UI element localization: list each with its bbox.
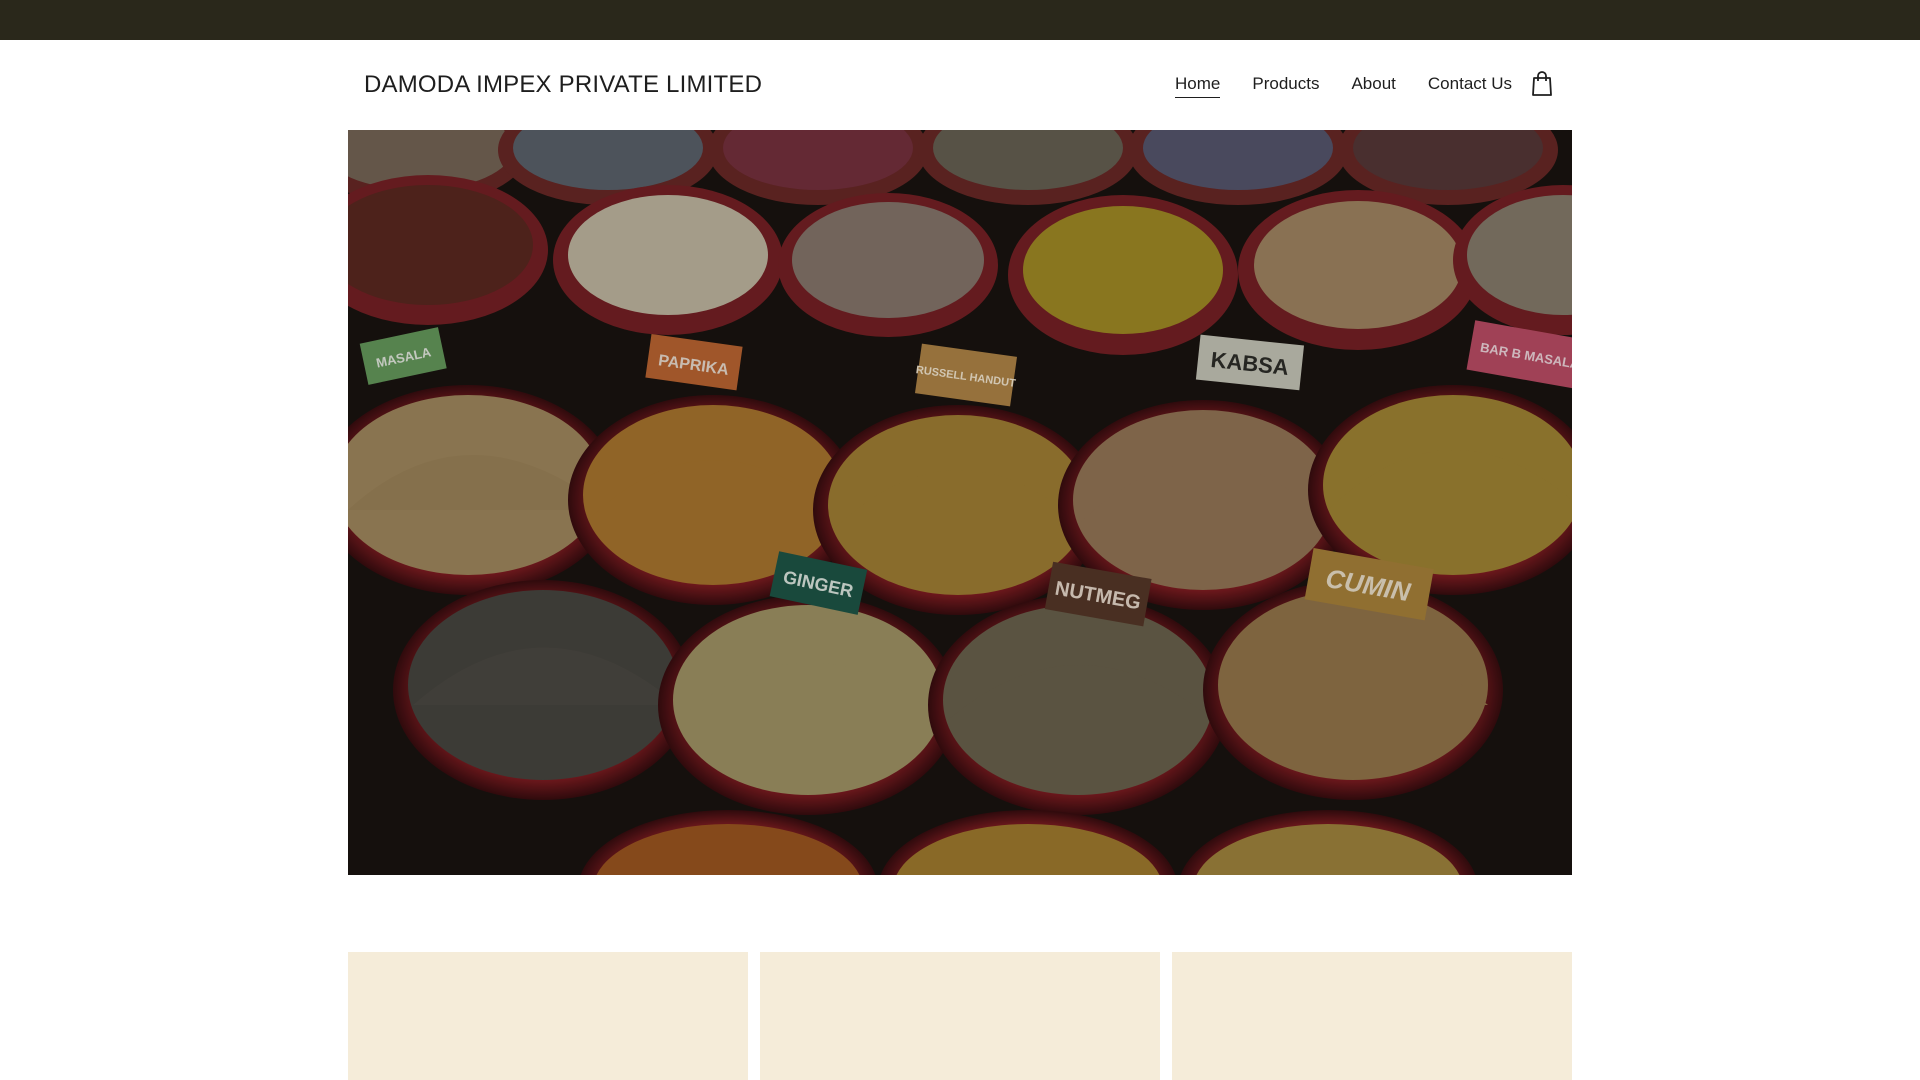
- main-nav: Home Products About Contact Us: [1175, 74, 1512, 98]
- brand-name[interactable]: DAMODA IMPEX PRIVATE LIMITED: [364, 71, 762, 99]
- shopping-bag-icon[interactable]: [1530, 70, 1554, 98]
- nav-about[interactable]: About: [1351, 74, 1395, 98]
- feature-card[interactable]: [348, 952, 748, 1080]
- hero-banner-image: MASALA PAPRIKA RUSSELL HANDUT KABSA BAR …: [348, 130, 1572, 875]
- featured-cards-row: [348, 952, 1572, 1080]
- feature-card[interactable]: [1172, 952, 1572, 1080]
- top-announcement-bar: [0, 0, 1920, 40]
- nav-contact-us[interactable]: Contact Us: [1428, 74, 1512, 98]
- nav-home[interactable]: Home: [1175, 74, 1221, 98]
- nav-products[interactable]: Products: [1252, 74, 1319, 98]
- feature-card[interactable]: [760, 952, 1160, 1080]
- spice-bowls-illustration: MASALA PAPRIKA RUSSELL HANDUT KABSA BAR …: [348, 130, 1572, 875]
- site-header: DAMODA IMPEX PRIVATE LIMITED Home Produc…: [348, 40, 1572, 130]
